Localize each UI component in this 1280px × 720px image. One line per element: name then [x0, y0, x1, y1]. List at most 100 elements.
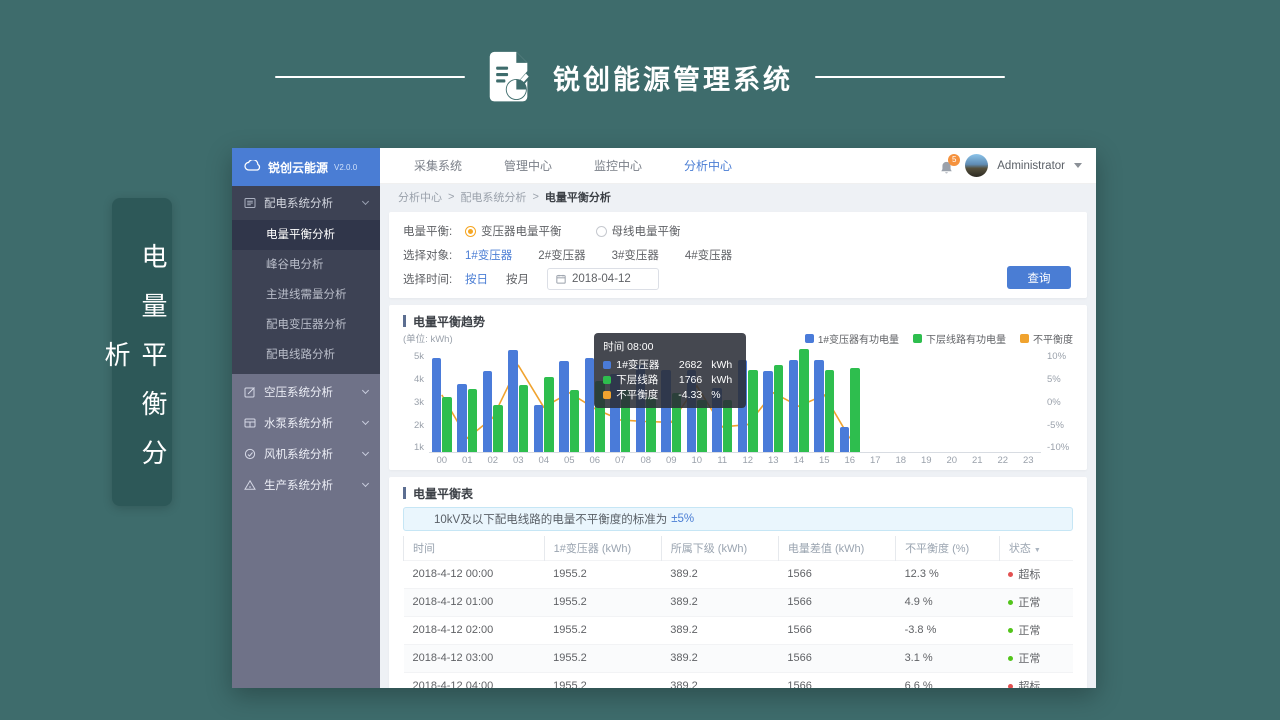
side-label-badge: 电量平衡分析 — [112, 198, 172, 506]
sidebar-item-电量平衡分析[interactable]: 电量平衡分析 — [232, 220, 380, 250]
sidebar-group-风机系统分析[interactable]: 风机系统分析 — [232, 438, 380, 469]
nav-item-监控中心[interactable]: 监控中心 — [594, 157, 642, 174]
column-header-状态[interactable]: 状态▼ — [999, 536, 1073, 560]
object-option-3#变压器[interactable]: 3#变压器 — [612, 247, 659, 263]
sidebar-item-峰谷电分析[interactable]: 峰谷电分析 — [232, 250, 380, 280]
bar-下层线路有功电量[interactable] — [468, 389, 478, 452]
user-name[interactable]: Administrator — [997, 160, 1065, 172]
sidebar-item-主进线需量分析[interactable]: 主进线需量分析 — [232, 280, 380, 310]
bar-下层线路有功电量[interactable] — [774, 365, 784, 452]
tooltip-series-dot — [603, 376, 611, 384]
column-header-时间[interactable]: 时间 — [404, 536, 545, 560]
bar-下层线路有功电量[interactable] — [519, 385, 529, 452]
bar-1#变压器有功电量[interactable] — [559, 361, 569, 452]
radio-option-变压器电量平衡[interactable]: 变压器电量平衡 — [465, 223, 562, 239]
status-text: 正常 — [1018, 597, 1040, 609]
breadcrumb-item-配电系统分析[interactable]: 配电系统分析 — [460, 189, 526, 205]
x-tick-20: 20 — [939, 455, 965, 466]
bar-1#变压器有功电量[interactable] — [789, 360, 799, 452]
time-mode-按日[interactable]: 按日 — [465, 271, 488, 287]
column-header-不平衡度 (%)[interactable]: 不平衡度 (%) — [896, 536, 1000, 560]
object-option-4#变压器[interactable]: 4#变压器 — [685, 247, 732, 263]
breadcrumb-item-分析中心[interactable]: 分析中心 — [398, 189, 442, 205]
user-avatar[interactable] — [965, 154, 988, 177]
legend-label: 1#变压器有功电量 — [818, 331, 899, 346]
x-tick-03: 03 — [506, 455, 532, 466]
bar-1#变压器有功电量[interactable] — [457, 384, 467, 452]
table-row[interactable]: 2018-4-12 03:001955.2389.215663.1 %正常 — [404, 644, 1074, 672]
balance-type-label: 电量平衡: — [403, 223, 465, 239]
sidebar-group-水泵系统分析[interactable]: 水泵系统分析 — [232, 407, 380, 438]
tooltip-row: 1#变压器2682kWh — [603, 357, 737, 372]
sidebar-menu-primary: 配电系统分析电量平衡分析峰谷电分析主进线需量分析配电变压器分析配电线路分析 — [232, 186, 380, 374]
cell-subordinate: 389.2 — [661, 616, 778, 644]
column-header-电量差值 (kWh)[interactable]: 电量差值 (kWh) — [778, 536, 895, 560]
cell-subordinate: 389.2 — [661, 560, 778, 588]
nav-item-管理中心[interactable]: 管理中心 — [504, 157, 552, 174]
chart-card: 电量平衡趋势 (单位: kWh) 1#变压器有功电量下层线路有功电量不平衡度 5… — [389, 305, 1087, 470]
table-row[interactable]: 2018-4-12 04:001955.2389.215666.6 %超标 — [404, 672, 1074, 688]
legend-1#变压器有功电量[interactable]: 1#变压器有功电量 — [805, 331, 899, 346]
bar-1#变压器有功电量[interactable] — [432, 358, 442, 452]
bar-1#变压器有功电量[interactable] — [814, 360, 824, 452]
main-panel: 采集系统管理中心监控中心分析中心 5 Administrator 分析中心>配电… — [380, 148, 1096, 688]
bar-下层线路有功电量[interactable] — [850, 368, 860, 452]
sidebar: 锐创云能源 V2.0.0 配电系统分析电量平衡分析峰谷电分析主进线需量分析配电变… — [232, 148, 380, 688]
cell-transformer: 1955.2 — [544, 560, 661, 588]
cell-subordinate: 389.2 — [661, 672, 778, 688]
cell-difference: 1566 — [778, 644, 895, 672]
cell-status: 正常 — [999, 644, 1073, 672]
bar-1#变压器有功电量[interactable] — [508, 350, 518, 452]
sidebar-item-配电线路分析[interactable]: 配电线路分析 — [232, 340, 380, 370]
column-header-所属下级 (kWh)[interactable]: 所属下级 (kWh) — [661, 536, 778, 560]
cell-difference: 1566 — [778, 672, 895, 688]
bar-1#变压器有功电量[interactable] — [585, 358, 595, 452]
nav-item-采集系统[interactable]: 采集系统 — [414, 157, 462, 174]
table-section-title: 电量平衡表 — [403, 485, 1073, 501]
legend-下层线路有功电量[interactable]: 下层线路有功电量 — [913, 331, 1006, 346]
bar-下层线路有功电量[interactable] — [442, 397, 452, 452]
radio-option-母线电量平衡[interactable]: 母线电量平衡 — [596, 223, 681, 239]
filter-card: 电量平衡: 变压器电量平衡母线电量平衡 选择对象: 1#变压器2#变压器3#变压… — [389, 212, 1087, 298]
legend-不平衡度[interactable]: 不平衡度 — [1020, 331, 1073, 346]
object-option-1#变压器[interactable]: 1#变压器 — [465, 247, 512, 263]
y-axis-tick: 5% — [1047, 374, 1061, 385]
top-navigation: 采集系统 管理中心 监控中心 分析中心 — [380, 157, 732, 174]
column-header-1#变压器 (kWh)[interactable]: 1#变压器 (kWh) — [544, 536, 661, 560]
table-row[interactable]: 2018-4-12 00:001955.2389.2156612.3 %超标 — [404, 560, 1074, 588]
bar-下层线路有功电量[interactable] — [570, 390, 580, 452]
notification-bell-icon[interactable]: 5 — [940, 157, 956, 175]
sidebar-group-空压系统分析[interactable]: 空压系统分析 — [232, 376, 380, 407]
table-row[interactable]: 2018-4-12 02:001955.2389.21566-3.8 %正常 — [404, 616, 1074, 644]
sidebar-group-label: 水泵系统分析 — [264, 415, 333, 431]
bar-下层线路有功电量[interactable] — [544, 377, 554, 452]
table-header-row: 时间1#变压器 (kWh)所属下级 (kWh)电量差值 (kWh)不平衡度 (%… — [404, 536, 1074, 560]
x-tick-17: 17 — [863, 455, 889, 466]
app-logo[interactable]: 锐创云能源 V2.0.0 — [232, 148, 380, 186]
chart-plot[interactable]: 时间 08:00 1#变压器2682kWh下层线路1766kWh不平衡度-4.3… — [429, 347, 1041, 453]
bar-下层线路有功电量[interactable] — [799, 349, 809, 452]
query-button[interactable]: 查询 — [1007, 266, 1071, 289]
breadcrumb-separator: > — [532, 191, 538, 203]
sidebar-group-配电系统分析[interactable]: 配电系统分析 — [232, 186, 380, 220]
bar-1#变压器有功电量[interactable] — [534, 405, 544, 452]
time-mode-按月[interactable]: 按月 — [506, 271, 529, 287]
bar-1#变压器有功电量[interactable] — [483, 371, 493, 452]
column-filter-icon[interactable]: ▼ — [1034, 547, 1041, 554]
object-option-2#变压器[interactable]: 2#变压器 — [538, 247, 585, 263]
sidebar-group-生产系统分析[interactable]: 生产系统分析 — [232, 469, 380, 500]
bar-下层线路有功电量[interactable] — [493, 405, 503, 452]
date-picker[interactable]: 2018-04-12 — [547, 268, 659, 290]
user-menu-caret-icon[interactable] — [1074, 163, 1082, 168]
table-row[interactable]: 2018-4-12 01:001955.2389.215664.9 %正常 — [404, 588, 1074, 616]
bar-下层线路有功电量[interactable] — [748, 370, 758, 452]
sidebar-item-配电变压器分析[interactable]: 配电变压器分析 — [232, 310, 380, 340]
cloud-icon — [244, 158, 262, 176]
nav-item-分析中心[interactable]: 分析中心 — [684, 157, 732, 174]
radio-icon — [465, 226, 476, 237]
chevron-down-icon — [362, 417, 369, 424]
bar-1#变压器有功电量[interactable] — [763, 371, 773, 452]
bar-1#变压器有功电量[interactable] — [840, 427, 850, 452]
cell-time: 2018-4-12 04:00 — [404, 672, 545, 688]
bar-下层线路有功电量[interactable] — [825, 370, 835, 452]
